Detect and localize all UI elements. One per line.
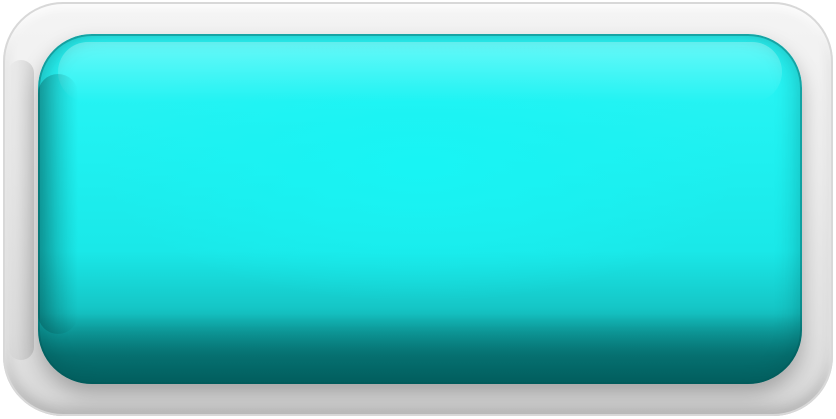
cyan-button[interactable] — [38, 34, 802, 384]
button-label — [38, 34, 802, 384]
